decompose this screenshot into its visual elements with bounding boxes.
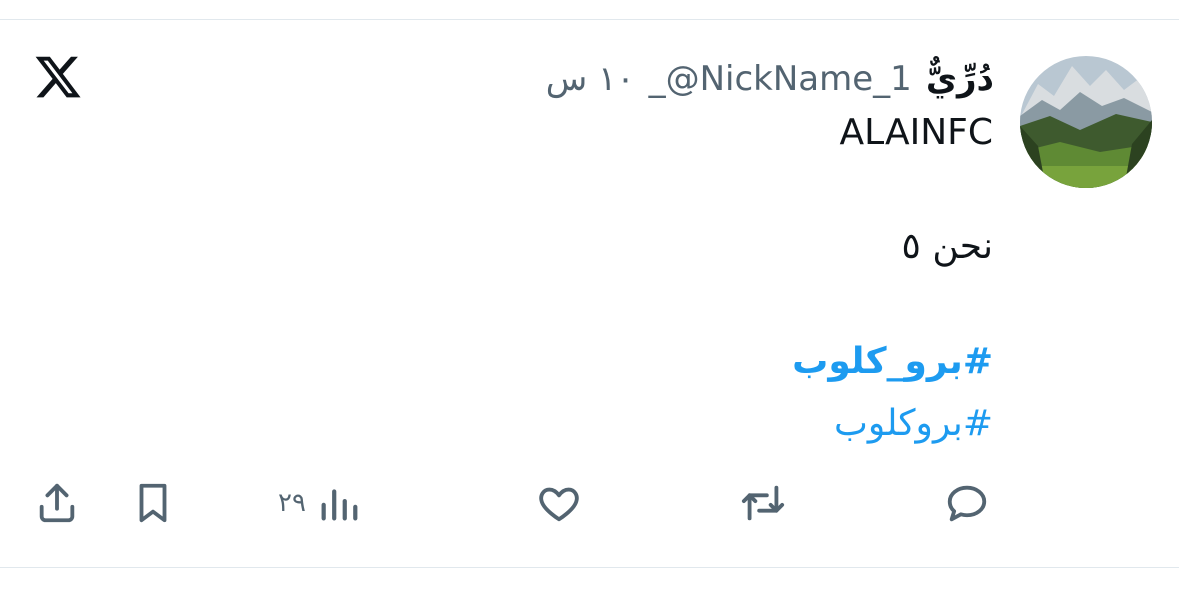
author-handle[interactable]: _@NickName_1 [649,59,912,99]
like-button[interactable] [536,478,582,528]
share-upload-icon [34,480,80,526]
tweet-header: دُرِّيٌّ _@NickName_1 ١٠ س [546,54,994,104]
views-count: ٢٩ [278,488,306,518]
tweet-timestamp[interactable]: ١٠ س [546,59,635,99]
heart-icon [536,480,582,526]
bookmark-button[interactable] [130,478,176,528]
bar-chart-icon [316,480,362,526]
avatar[interactable] [1020,56,1152,188]
hashtag-link[interactable]: #بروكلوب [834,403,993,444]
retweet-button[interactable] [740,478,786,528]
retweet-arrows-icon [740,480,786,526]
bookmark-icon [130,480,176,526]
x-logo-icon[interactable] [33,52,83,102]
speech-bubble-icon [944,480,990,526]
bottom-divider [0,567,1179,568]
hashtag-link[interactable]: #برو_كلوب [792,341,993,382]
author-display-name[interactable]: دُرِّيٌّ [926,59,994,99]
tweet-text-line: نحن ٥ [901,226,993,267]
top-divider [0,19,1179,20]
reply-button[interactable] [944,478,990,528]
views-button[interactable]: ٢٩ [278,478,362,528]
share-button[interactable] [34,478,80,528]
tweet-text-line: ALAINFC [839,112,993,153]
